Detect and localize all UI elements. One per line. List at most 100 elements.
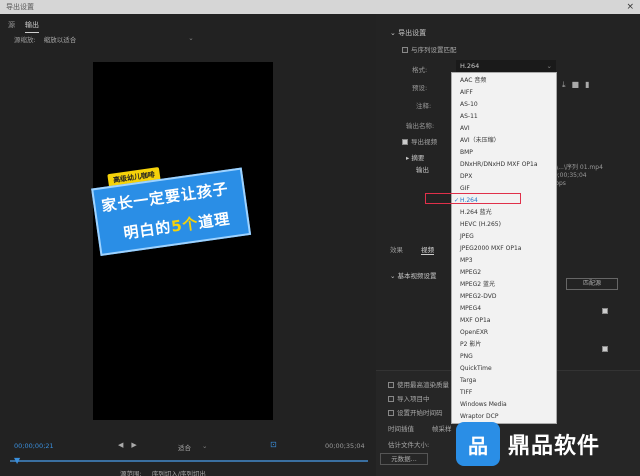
time-interpolation-label: 时间插值: [388, 425, 414, 433]
playhead-icon[interactable]: ▼: [14, 456, 20, 465]
title-banner: 高级幼儿咖啡 家长一定要让孩子 明白的5个道理: [89, 150, 252, 272]
source-range-select[interactable]: 序列切入/序列切出: [152, 468, 206, 476]
format-dropdown-list[interactable]: AAC 音频 AIFF AS-10 AS-11 AVI AVI（未压缩） BMP…: [451, 72, 557, 424]
preview-tabs: 源 输出: [8, 20, 39, 33]
logo-text: 鼎品软件: [508, 434, 601, 459]
dropdown-item[interactable]: P2 影片: [460, 339, 556, 350]
banner-line-2-highlight: 5个: [169, 214, 200, 236]
output-file-bitrate: Mbps: [550, 180, 566, 187]
dropdown-item[interactable]: H.264 蓝光: [460, 207, 556, 218]
dropdown-item[interactable]: OpenEXR: [460, 327, 556, 338]
dropdown-item[interactable]: AIFF: [460, 87, 556, 98]
selection-highlight-box: [425, 193, 521, 204]
max-render-quality-checkbox[interactable]: 使用最高渲染质量: [388, 379, 449, 389]
scrubber-track[interactable]: [10, 460, 368, 462]
source-scale-row: 源缩放: 缩放以适合 ⌄: [14, 34, 194, 44]
fit-select[interactable]: 适合: [178, 442, 191, 452]
dropdown-item[interactable]: DPX: [460, 171, 556, 182]
source-scale-label: 源缩放:: [14, 36, 36, 44]
timecode-duration: 00;00;35;04: [325, 442, 365, 450]
source-scale-value: 缩放以适合: [43, 36, 77, 44]
crop-icon[interactable]: ⊡: [270, 440, 277, 449]
tab-video[interactable]: 视频: [421, 244, 434, 255]
banner-line-2-pre: 明白的: [122, 217, 173, 243]
banner-line-2: 明白的5个道理: [122, 208, 231, 244]
dropdown-item[interactable]: MPEG2-DVD: [460, 291, 556, 302]
chevron-down-icon: ⌄: [546, 62, 552, 70]
dropdown-item[interactable]: HEVC (H.265): [460, 219, 556, 230]
dropdown-item[interactable]: AS-11: [460, 111, 556, 122]
chevron-down-icon: ⌄: [188, 34, 194, 42]
logo-mark-icon: 品: [456, 422, 500, 466]
dropdown-item[interactable]: PNG: [460, 351, 556, 362]
match-sequence-checkbox[interactable]: 与序列设置匹配: [402, 44, 457, 54]
dropdown-item[interactable]: TIFF: [460, 387, 556, 398]
checkbox-icon[interactable]: [388, 396, 394, 402]
metadata-button[interactable]: 元数据...: [380, 453, 428, 465]
mark-controls: ◀ ▶: [118, 441, 137, 449]
dropdown-item[interactable]: Windows Media: [460, 399, 556, 410]
checkbox-icon[interactable]: [388, 382, 394, 388]
dropdown-item[interactable]: JPEG2000 MXF OP1a: [460, 243, 556, 254]
dropdown-item[interactable]: MP3: [460, 255, 556, 266]
collapse-icon: ⌄: [390, 29, 399, 37]
banner-line-2-post: 道理: [197, 209, 232, 232]
summary-heading[interactable]: ▸ 摘要: [406, 152, 424, 162]
set-start-timecode-checkbox[interactable]: 设置开始时间码: [388, 407, 443, 417]
tab-effects[interactable]: 效果: [390, 244, 403, 255]
basic-video-heading[interactable]: ⌄ 基本视频设置: [390, 270, 437, 280]
mark-in-icon[interactable]: ◀: [118, 441, 123, 449]
source-range-row: 源范围: 序列切入/序列切出: [120, 468, 206, 476]
dropdown-item[interactable]: AVI（未压缩）: [460, 135, 556, 146]
close-icon[interactable]: ×: [626, 0, 634, 14]
tab-output[interactable]: 输出: [25, 20, 39, 33]
match-sequence-label: 与序列设置匹配: [411, 46, 457, 54]
dropdown-item[interactable]: MPEG2 蓝光: [460, 279, 556, 290]
checkbox-icon[interactable]: [602, 346, 608, 352]
output-file-duration: 00;00;35;04: [550, 172, 587, 179]
checkbox-icon[interactable]: [602, 308, 608, 314]
save-preset-icon[interactable]: ■: [572, 80, 580, 90]
output-file-path: C:\...\序列 01.mp4: [550, 164, 603, 171]
dropdown-item[interactable]: BMP: [460, 147, 556, 158]
estimated-file-size-label: 估计文件大小:: [388, 441, 430, 449]
dropdown-item[interactable]: AS-10: [460, 99, 556, 110]
dropdown-item[interactable]: JPEG: [460, 231, 556, 242]
summary-label: 摘要: [411, 154, 425, 162]
output-name-label: 输出名称:: [406, 122, 435, 130]
chevron-down-icon: ⌄: [202, 442, 208, 450]
dropdown-item[interactable]: Targa: [460, 375, 556, 386]
tab-source[interactable]: 源: [8, 20, 15, 33]
checkbox-icon[interactable]: [402, 47, 408, 53]
format-value: H.264: [460, 62, 480, 70]
timeline-scrubber[interactable]: ▼: [10, 456, 368, 466]
video-preview: 高级幼儿咖啡 家长一定要让孩子 明白的5个道理: [91, 62, 273, 420]
format-select[interactable]: H.264 ⌄: [456, 60, 556, 72]
checkbox-icon[interactable]: [402, 139, 408, 145]
export-video-checkbox[interactable]: 导出视频: [402, 136, 437, 146]
source-scale-select[interactable]: 缩放以适合 ⌄: [43, 34, 194, 44]
basic-video-label: 基本视频设置: [397, 272, 437, 280]
comment-label: 注释:: [416, 102, 432, 110]
dropdown-item[interactable]: MPEG4: [460, 303, 556, 314]
max-render-quality-label: 使用最高渲染质量: [397, 381, 449, 389]
checkbox-icon[interactable]: [388, 410, 394, 416]
dropdown-item[interactable]: AVI: [460, 123, 556, 134]
dropdown-item[interactable]: DNxHR/DNxHD MXF OP1a: [460, 159, 556, 170]
delete-preset-icon[interactable]: ▮: [585, 80, 589, 90]
dropdown-item[interactable]: AAC 音频: [460, 75, 556, 86]
source-range-label: 源范围:: [120, 470, 142, 476]
format-label: 格式:: [412, 66, 428, 74]
output-file-info: C:\...\序列 01.mp4 00;00;35;04 Mbps: [550, 164, 603, 188]
import-into-project-checkbox[interactable]: 导入项目中: [388, 393, 430, 403]
import-into-project-label: 导入项目中: [397, 395, 430, 403]
dropdown-item[interactable]: MPEG2: [460, 267, 556, 278]
export-settings-heading[interactable]: ⌄ 导出设置: [390, 28, 426, 38]
dropdown-item[interactable]: MXF OP1a: [460, 315, 556, 326]
import-preset-icon[interactable]: ⤓: [562, 80, 566, 90]
match-source-button[interactable]: 匹配源: [566, 278, 618, 290]
mark-out-icon[interactable]: ▶: [131, 441, 136, 449]
collapse-icon: ⌄: [390, 272, 398, 280]
dropdown-item[interactable]: QuickTime: [460, 363, 556, 374]
time-interpolation-select[interactable]: 帧采样: [432, 423, 452, 433]
